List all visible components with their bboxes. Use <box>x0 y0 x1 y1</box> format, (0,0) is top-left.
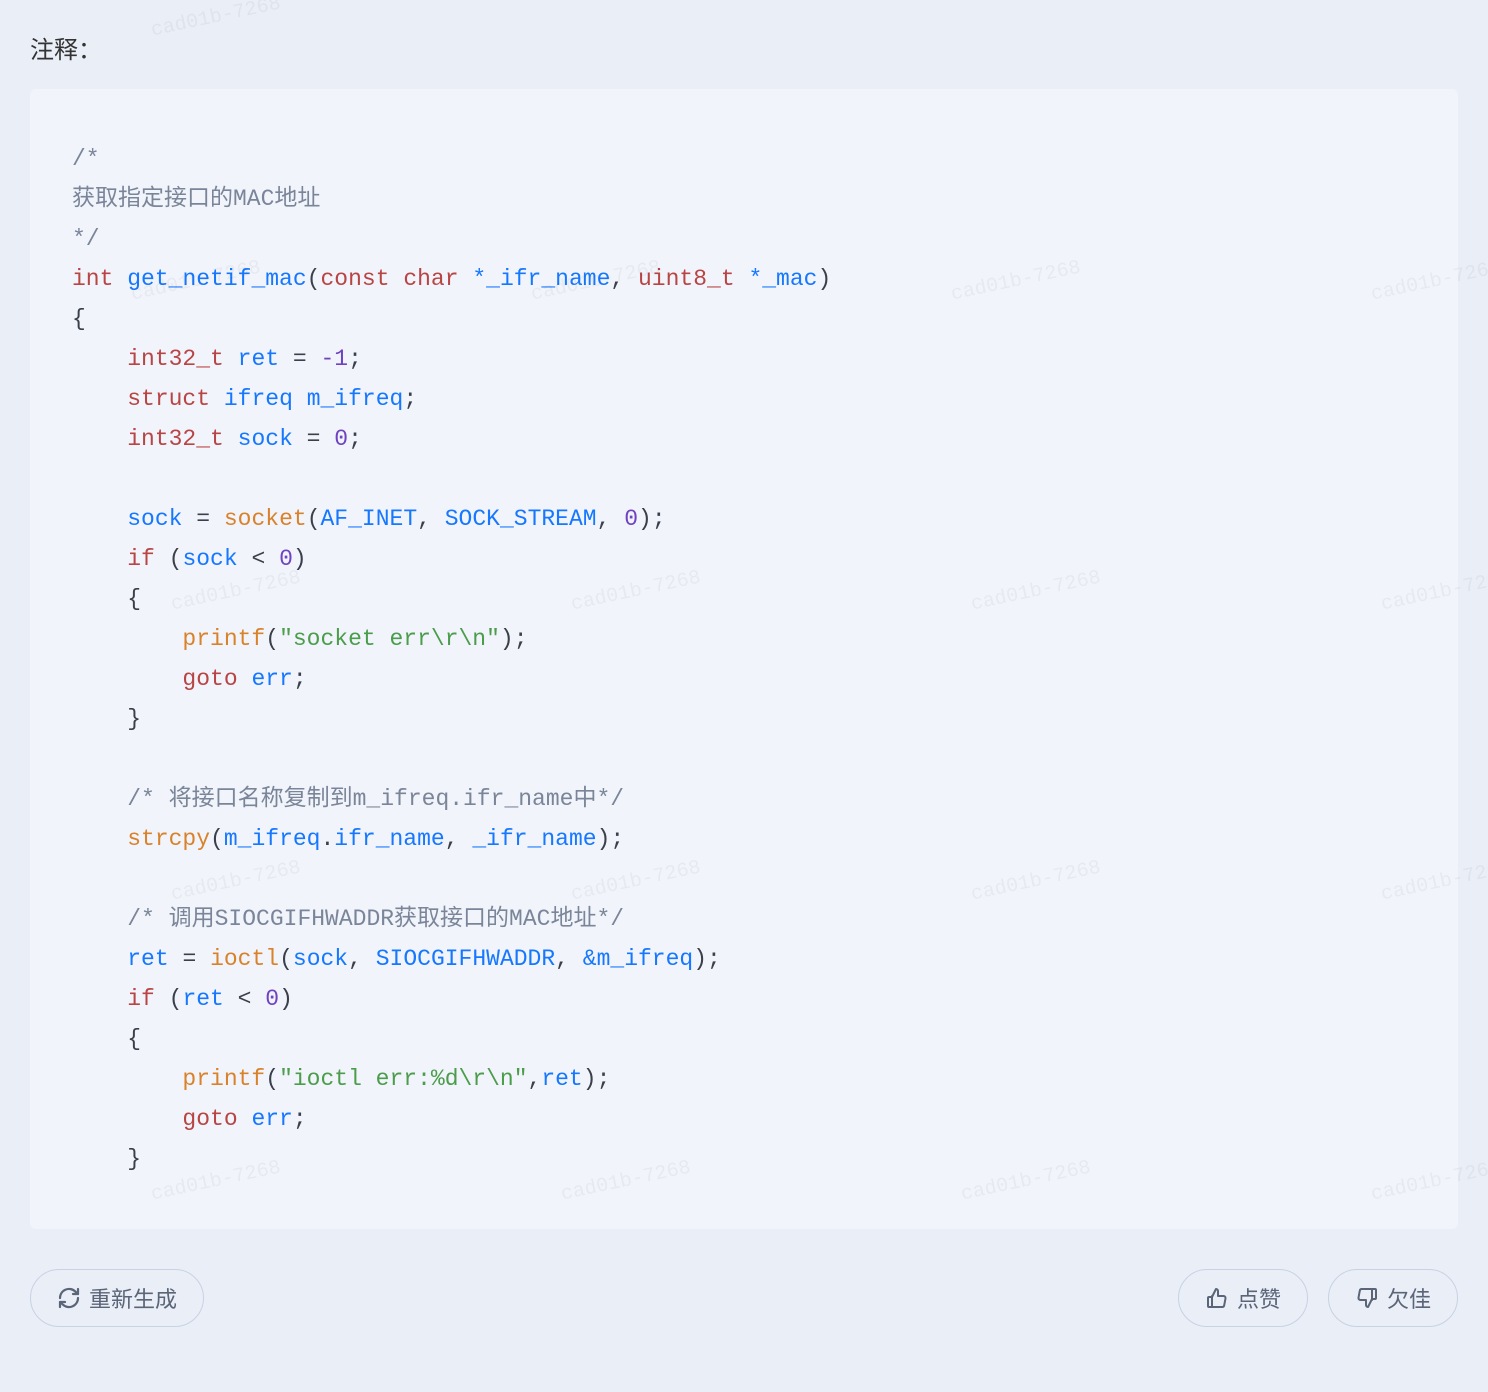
regenerate-button[interactable]: 重新生成 <box>30 1269 204 1327</box>
thumbs-up-icon <box>1205 1286 1229 1310</box>
regenerate-label: 重新生成 <box>89 1282 177 1314</box>
footer: 重新生成 点赞 欠佳 <box>30 1269 1458 1327</box>
section-title: 注释： <box>30 30 1458 65</box>
dislike-button[interactable]: 欠佳 <box>1328 1269 1458 1327</box>
thumbs-down-icon <box>1355 1286 1379 1310</box>
like-label: 点赞 <box>1237 1282 1281 1314</box>
code-card: /* 获取指定接口的MAC地址 */ int get_netif_mac(con… <box>30 89 1458 1229</box>
code-block: /* 获取指定接口的MAC地址 */ int get_netif_mac(con… <box>72 139 1416 1179</box>
like-button[interactable]: 点赞 <box>1178 1269 1308 1327</box>
refresh-icon <box>57 1286 81 1310</box>
dislike-label: 欠佳 <box>1387 1282 1431 1314</box>
